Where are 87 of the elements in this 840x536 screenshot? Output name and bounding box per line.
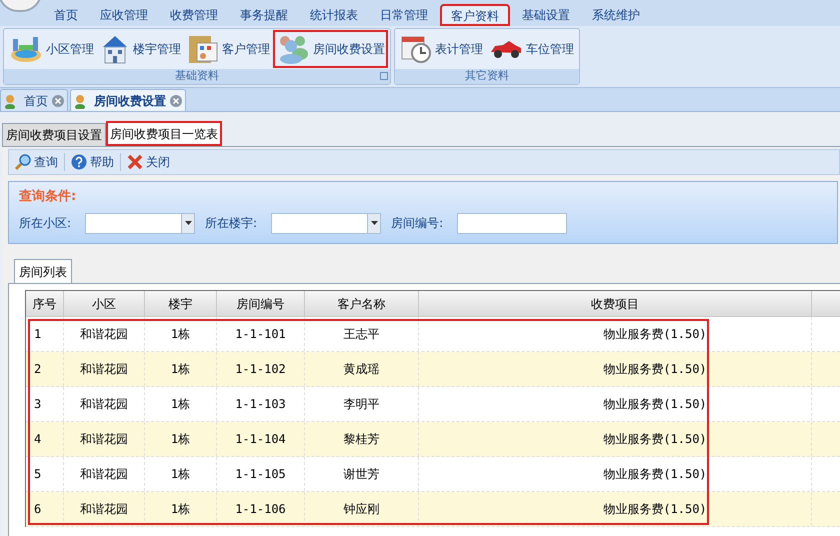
table-cell: 黄成瑶 <box>305 352 419 386</box>
ribbon-button[interactable]: 表计管理 <box>397 30 486 68</box>
table-cell: 1栋 <box>145 317 217 351</box>
menu-tab[interactable]: 客户资料 <box>440 4 510 26</box>
table-cell: 和谐花园 <box>64 352 145 386</box>
toolbar-button[interactable]: 查询 <box>13 153 60 171</box>
table-cell: 李明平 <box>305 387 419 421</box>
close-icon[interactable] <box>52 94 64 106</box>
table-cell: 1栋 <box>145 352 217 386</box>
ribbon-button[interactable]: 房间收费设置 <box>273 30 388 68</box>
table-cell: 4 <box>26 422 64 456</box>
table-cell: 物业服务费(1.50) <box>419 352 812 386</box>
table-cell: 5 <box>26 457 64 491</box>
menu-tab[interactable]: 统计报表 <box>300 4 368 26</box>
table-cell: 王志平 <box>305 317 419 351</box>
dialog-launcher-icon[interactable] <box>380 72 388 80</box>
input-field[interactable] <box>457 212 568 234</box>
menu-tab[interactable]: 日常管理 <box>370 4 438 26</box>
group-title: 基础资料 <box>175 68 219 84</box>
menu-tab[interactable]: 应收管理 <box>90 4 158 26</box>
column-header[interactable]: 收费项目 <box>419 291 812 316</box>
table-cell: 1栋 <box>145 387 217 421</box>
table-cell: 和谐花园 <box>64 492 145 526</box>
dropdown-field[interactable] <box>85 212 196 234</box>
table-cell: 钟应刚 <box>305 492 419 526</box>
document-tab[interactable]: 首页 <box>0 89 68 111</box>
help-icon <box>71 154 87 170</box>
ribbon-button[interactable]: 车位管理 <box>486 30 577 68</box>
menu-tab[interactable]: 收费管理 <box>160 4 228 26</box>
table-cell: 3 <box>26 387 64 421</box>
document-tab[interactable]: 房间收费设置 <box>70 89 186 111</box>
ribbon-button[interactable]: 楼宇管理 <box>97 30 184 68</box>
table-cell: 物业服务费(1.50) <box>419 457 812 491</box>
column-header[interactable]: 小区 <box>64 291 145 316</box>
toolbar-button[interactable]: 帮助 <box>69 153 116 171</box>
menu-tab[interactable]: 首页 <box>44 4 88 26</box>
table-cell: 物业服务费(1.50) <box>419 492 812 526</box>
dropdown-field[interactable] <box>271 212 382 234</box>
table-cell: 1-1-101 <box>217 317 305 351</box>
query-title: 查询条件: <box>19 188 78 206</box>
search-icon <box>15 154 31 170</box>
table-cell: 6 <box>26 492 64 526</box>
table-cell: 2 <box>26 352 64 386</box>
table-cell: 和谐花园 <box>64 387 145 421</box>
field-label: 房间编号: <box>391 215 444 232</box>
page-tab[interactable]: 房间收费项目设置 <box>2 123 106 146</box>
ribbon-button[interactable]: 客户管理 <box>184 30 273 68</box>
caret-icon <box>370 221 378 225</box>
column-header[interactable]: 客户名称 <box>305 291 419 316</box>
menu-tab[interactable]: 基础设置 <box>512 4 580 26</box>
table-cell: 1-1-106 <box>217 492 305 526</box>
car-icon <box>489 39 523 59</box>
table-cell: 物业服务费(1.50) <box>419 387 812 421</box>
table-cell: 和谐花园 <box>64 457 145 491</box>
tab-label: 首页 <box>24 92 48 110</box>
table-cell: 和谐花园 <box>64 317 145 351</box>
menu-tab[interactable]: 事务提醒 <box>230 4 298 26</box>
table-cell: 物业服务费(1.50) <box>419 317 812 351</box>
group-title: 其它资料 <box>465 68 509 84</box>
tab-label: 房间收费设置 <box>94 92 166 110</box>
table-cell: 1-1-105 <box>217 457 305 491</box>
ribbon-button[interactable]: 小区管理 <box>6 30 97 68</box>
table-cell: 1 <box>26 317 64 351</box>
caret-icon <box>184 221 192 225</box>
table-cell: 1栋 <box>145 457 217 491</box>
close-icon <box>127 154 143 170</box>
menu-tab[interactable]: 系统维护 <box>582 4 650 26</box>
table-cell: 1-1-102 <box>217 352 305 386</box>
field-label: 所在小区: <box>19 215 72 232</box>
list-tab[interactable]: 房间列表 <box>14 259 72 283</box>
table-cell: 黎桂芳 <box>305 422 419 456</box>
calendar-clock-icon <box>400 34 432 64</box>
field-label: 所在楼宇: <box>205 215 258 232</box>
table-cell: 1-1-103 <box>217 387 305 421</box>
toolbar-button[interactable]: 关闭 <box>125 153 172 171</box>
table-cell: 1栋 <box>145 422 217 456</box>
table-cell: 1-1-104 <box>217 422 305 456</box>
column-header[interactable]: 楼宇 <box>145 291 217 316</box>
page-tab[interactable]: 房间收费项目一览表 <box>106 121 222 146</box>
column-header[interactable]: 房间编号 <box>217 291 305 316</box>
table-cell: 1栋 <box>145 492 217 526</box>
table-cell: 物业服务费(1.50) <box>419 422 812 456</box>
table-cell: 谢世芳 <box>305 457 419 491</box>
column-header[interactable]: 序号 <box>26 291 64 316</box>
folder-icon <box>187 33 219 65</box>
table-cell: 和谐花园 <box>64 422 145 456</box>
close-icon[interactable] <box>170 94 182 106</box>
